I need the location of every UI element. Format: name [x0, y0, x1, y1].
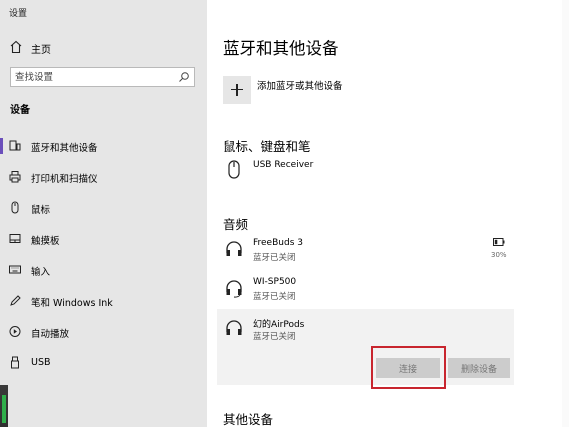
highlight-annotation — [371, 346, 446, 389]
section-header-other-devices: 其他设备 — [223, 412, 274, 427]
sidebar-item-mouse[interactable]: 鼠标 — [0, 197, 207, 219]
sidebar-item-label: 蓝牙和其他设备 — [31, 143, 98, 154]
keyboard-icon — [9, 265, 21, 274]
sidebar-item-pen[interactable]: 笔和 Windows Ink — [0, 290, 207, 312]
mouse-icon — [11, 201, 19, 214]
sidebar-item-printers[interactable]: 打印机和扫描仪 — [0, 166, 207, 188]
section-header-mouse-keyboard-pen: 鼠标、键盘和笔 — [223, 139, 311, 154]
touchpad-icon — [9, 234, 21, 243]
sidebar-item-usb[interactable]: USB — [0, 352, 207, 374]
add-device-button[interactable] — [223, 76, 251, 104]
status-bar — [2, 395, 6, 423]
usb-icon — [11, 356, 19, 369]
sidebar-item-label: 鼠标 — [31, 205, 51, 216]
device-status: 蓝牙已关闭 — [253, 292, 296, 302]
device-airpods[interactable]: 幻的AirPods 蓝牙已关闭 连接 删除设备 — [217, 309, 514, 385]
sidebar-item-typing[interactable]: 输入 — [0, 259, 207, 281]
device-status: 蓝牙已关闭 — [253, 332, 296, 342]
battery-level: 30% — [491, 251, 507, 259]
remove-device-button[interactable]: 删除设备 — [448, 358, 510, 378]
sidebar-item-home[interactable]: 主页 — [0, 38, 207, 58]
sidebar-item-touchpad[interactable]: 触摸板 — [0, 228, 207, 250]
battery-icon — [493, 238, 505, 246]
device-name: FreeBuds 3 — [253, 238, 303, 248]
page-title: 蓝牙和其他设备 — [223, 39, 339, 58]
sidebar: 设置 主页 设备 蓝牙和其他设备 打印机和扫描仪 鼠 — [0, 0, 207, 427]
sidebar-item-bluetooth[interactable]: 蓝牙和其他设备 — [0, 135, 207, 157]
sidebar-item-autoplay[interactable]: 自动播放 — [0, 321, 207, 343]
pen-icon — [10, 295, 21, 306]
headphones-icon — [226, 241, 242, 256]
search-box[interactable] — [10, 67, 195, 87]
section-header-audio: 音频 — [223, 217, 249, 232]
taskbar-edge — [0, 385, 8, 427]
headphones-icon — [226, 320, 242, 335]
mouse-icon — [228, 160, 240, 179]
scrollbar[interactable] — [562, 0, 569, 427]
sidebar-item-label: 触摸板 — [31, 236, 60, 247]
headset-icon — [226, 280, 242, 298]
device-name: WI-SP500 — [253, 277, 297, 287]
sidebar-item-label: USB — [31, 357, 51, 368]
autoplay-icon — [9, 326, 21, 337]
sidebar-item-label: 主页 — [31, 45, 51, 56]
device-name: USB Receiver — [253, 160, 314, 170]
device-wi-sp500[interactable]: WI-SP500 蓝牙已关闭 — [217, 272, 514, 308]
printer-icon — [9, 171, 21, 183]
window-title: 设置 — [9, 9, 28, 19]
sidebar-item-label: 自动播放 — [31, 329, 70, 340]
sidebar-item-label: 打印机和扫描仪 — [31, 174, 98, 185]
sidebar-item-label: 输入 — [31, 267, 51, 278]
bluetooth-devices-icon — [9, 140, 21, 151]
sidebar-item-label: 笔和 Windows Ink — [31, 298, 113, 309]
device-usb-receiver[interactable]: USB Receiver — [217, 155, 514, 185]
sidebar-section-header: 设备 — [10, 105, 30, 116]
add-device-label[interactable]: 添加蓝牙或其他设备 — [257, 78, 343, 92]
device-name: 幻的AirPods — [253, 320, 305, 330]
main-panel: 蓝牙和其他设备 添加蓝牙或其他设备 鼠标、键盘和笔 USB Receiver 音… — [207, 0, 569, 427]
device-status: 蓝牙已关闭 — [253, 253, 296, 263]
search-input[interactable] — [15, 70, 175, 84]
home-icon — [10, 40, 22, 54]
search-icon[interactable] — [178, 71, 190, 83]
device-freebuds-3[interactable]: FreeBuds 3 蓝牙已关闭 — [217, 233, 514, 269]
